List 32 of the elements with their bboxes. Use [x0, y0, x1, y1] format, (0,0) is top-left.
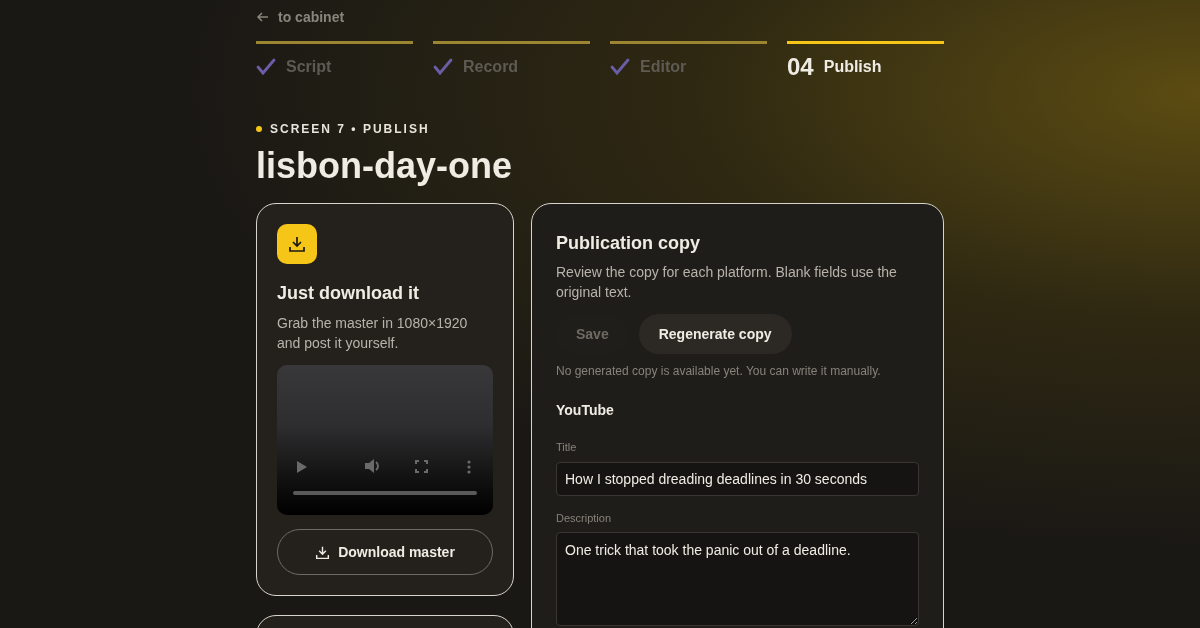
- download-icon: [277, 224, 317, 264]
- download-icon: [315, 544, 331, 560]
- back-link[interactable]: to cabinet: [256, 8, 944, 26]
- step-label: Publish: [823, 57, 882, 77]
- check-icon: [610, 58, 630, 76]
- step-number: 04: [787, 52, 814, 82]
- description-field[interactable]: One trick that took the panic out of a deadline.: [556, 532, 919, 626]
- more-icon[interactable]: [467, 460, 471, 474]
- hint-text: No generated copy is available yet. You can write it manually.: [556, 363, 882, 380]
- volume-icon[interactable]: [365, 459, 381, 473]
- card-title: Just download it: [277, 282, 420, 305]
- page-title: lisbon-day-one: [256, 144, 513, 188]
- check-icon: [433, 58, 453, 76]
- eyebrow-text: SCREEN 7 • PUBLISH: [270, 121, 430, 138]
- card-description: Grab the master in 1080×1920 and post it yourself.: [277, 314, 469, 353]
- card-title: Publication copy: [556, 232, 702, 255]
- field-label: Title: [556, 440, 578, 455]
- platform-heading: YouTube: [556, 401, 615, 420]
- progress-track[interactable]: [293, 491, 477, 495]
- step-tab[interactable]: 04 Publish: [787, 41, 944, 80]
- fullscreen-icon[interactable]: [415, 460, 428, 473]
- field-label: Description: [556, 510, 613, 526]
- video-player[interactable]: [277, 365, 493, 515]
- action-button[interactable]: Regenerate copy: [638, 314, 792, 354]
- card-description: Review the copy for each platform. Blank fields use the original text.: [556, 263, 898, 302]
- arrow-left-icon: [256, 10, 270, 24]
- step-label: Record: [463, 57, 519, 77]
- title-field[interactable]: How I stopped dreading deadlines in 30 seconds: [556, 461, 919, 496]
- play-icon[interactable]: [297, 461, 307, 473]
- step-label: Editor: [640, 57, 687, 77]
- check-icon: [256, 58, 276, 76]
- step-label: Script: [286, 57, 332, 77]
